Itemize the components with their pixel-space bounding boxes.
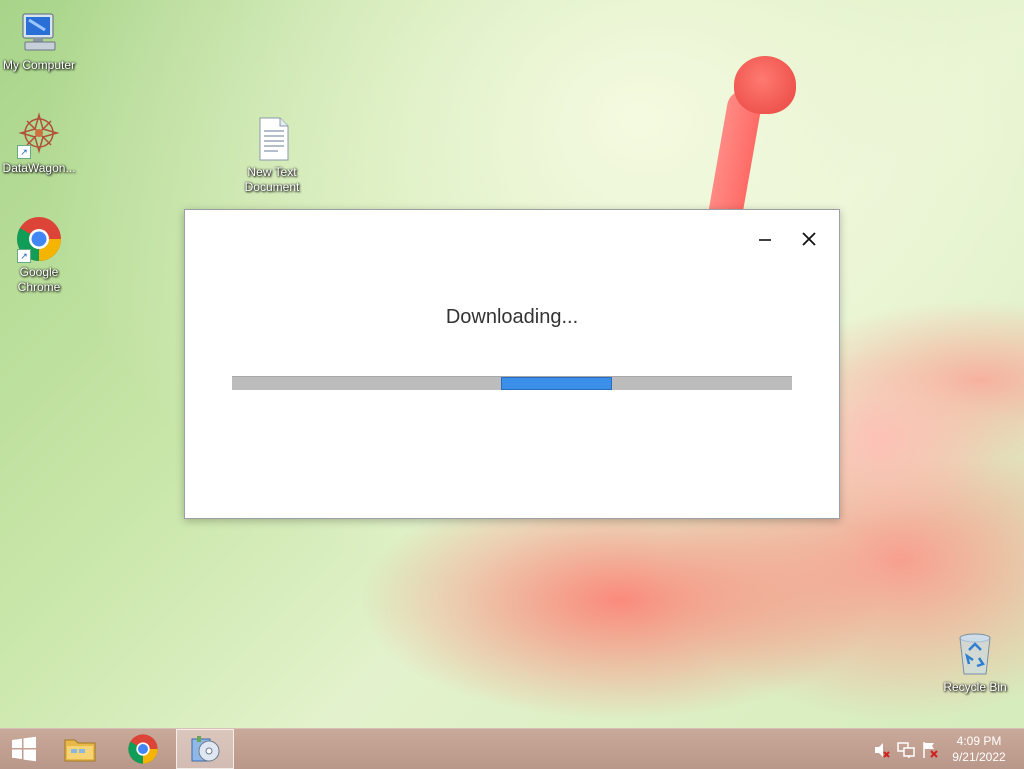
text-file-icon [248,115,296,163]
desktop-icon-new-text-document[interactable]: New Text Document [233,115,311,195]
minimize-button[interactable] [750,224,780,254]
network-icon[interactable] [897,741,915,759]
desktop-icon-label: DataWagon... [2,161,76,175]
folder-icon [64,739,96,762]
desktop-icon-label: New Text Document [244,165,300,194]
desktop-icon-recycle-bin[interactable]: Recycle Bin [936,630,1014,695]
progress-indicator [501,377,612,390]
shortcut-arrow-icon: ↗ [17,249,31,263]
desktop-icon-my-computer[interactable]: My Computer [0,8,78,73]
taskbar-file-explorer-button[interactable] [52,729,108,769]
taskbar-clock[interactable]: 4:09 PM 9/21/2022 [948,733,1010,765]
computer-icon [15,8,63,56]
datawagon-star-icon: ↗ [15,111,63,159]
chrome-icon [128,734,158,764]
desktop: My Computer ↗ DataWagon... ↗ Google Chro… [0,0,1024,728]
minimize-icon [759,239,771,241]
start-button[interactable] [0,729,48,769]
clock-date: 9/21/2022 [952,750,1006,764]
taskbar-installer-button[interactable] [176,729,234,769]
wallpaper-flower-bud [734,56,796,114]
download-dialog: Downloading... [184,209,840,519]
installer-disc-icon [191,736,220,762]
action-center-flag-icon[interactable] [921,741,939,759]
desktop-icon-label: Google Chrome [17,265,61,294]
dialog-status-text: Downloading... [445,306,579,328]
chrome-icon: ↗ [15,215,63,263]
taskbar-chrome-button[interactable] [115,729,171,769]
desktop-icon-label: My Computer [2,58,76,72]
taskbar: 4:09 PM 9/21/2022 [0,728,1024,769]
clock-time: 4:09 PM [956,734,1002,748]
desktop-icon-label: Recycle Bin [943,680,1007,694]
shortcut-arrow-icon: ↗ [17,145,31,159]
windows-logo-icon [12,736,36,762]
close-button[interactable] [794,224,824,254]
desktop-icon-google-chrome[interactable]: ↗ Google Chrome [0,215,78,295]
close-icon [802,232,816,246]
desktop-icon-datawagon[interactable]: ↗ DataWagon... [0,111,78,176]
progress-bar [232,376,792,390]
volume-muted-icon[interactable] [873,741,891,759]
recycle-bin-icon [951,630,999,678]
